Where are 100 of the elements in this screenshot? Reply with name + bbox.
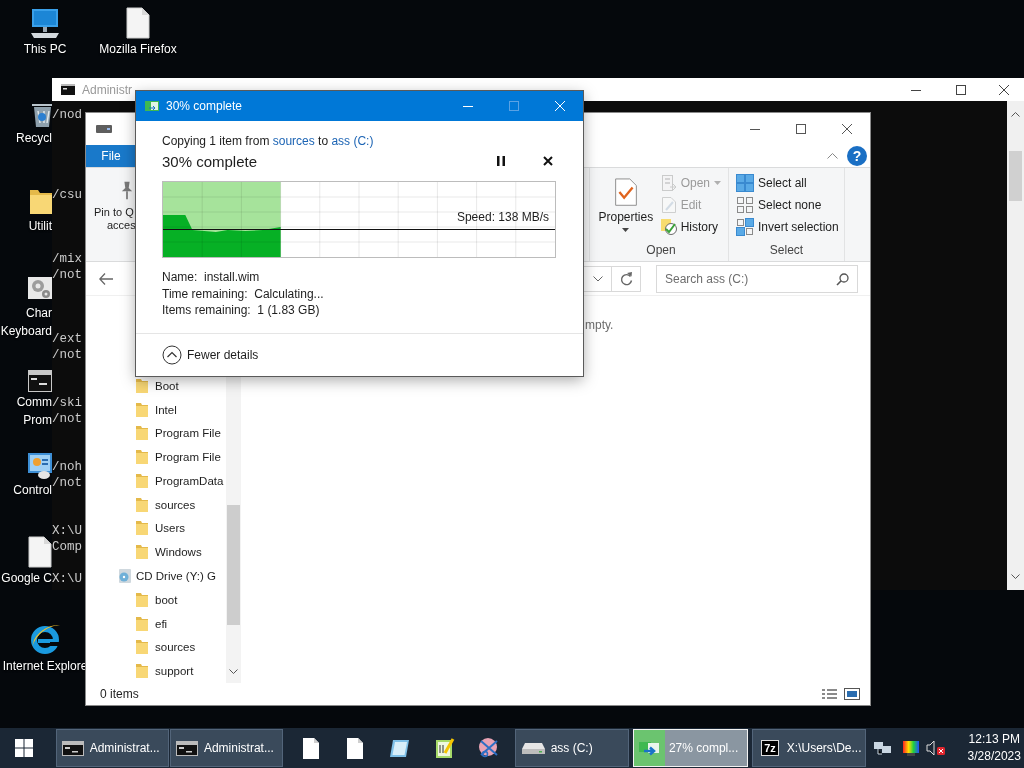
source-link[interactable]: sources — [272, 134, 315, 148]
taskbar-button[interactable]: 7z X:\Users\De... — [752, 729, 867, 767]
close-icon — [543, 156, 553, 166]
console-line: Comp — [52, 539, 82, 555]
nav-item[interactable]: Program File — [86, 445, 226, 470]
large-icons-view-icon[interactable] — [844, 688, 860, 700]
group-label: Select — [768, 242, 805, 259]
console-line: /mix — [52, 251, 82, 267]
nav-item[interactable]: sources — [86, 635, 226, 660]
refresh-button[interactable] — [612, 265, 641, 292]
console-line: /not — [52, 347, 82, 363]
console-icon — [175, 740, 198, 756]
chevron-down-icon[interactable] — [592, 275, 603, 282]
ribbon-button[interactable]: Invert selection — [733, 216, 842, 238]
folder-icon — [136, 496, 148, 513]
window-title: Administr — [82, 82, 132, 97]
console-line: X:\U — [52, 523, 82, 539]
detail-line: Name: install.wim — [162, 269, 261, 286]
close-icon — [842, 124, 852, 134]
nav-item[interactable]: Users — [86, 516, 226, 541]
file-icon[interactable] — [347, 737, 364, 759]
muted-speaker-icon[interactable] — [926, 740, 947, 756]
icon-label: Keyboard — [0, 323, 52, 339]
taskbar-button[interactable]: Administrat... — [55, 729, 169, 767]
nav-item[interactable]: Windows — [86, 540, 226, 565]
group-label: Open — [645, 242, 677, 259]
pin-button[interactable]: Pin to Q acces — [94, 172, 136, 232]
select-all-icon — [736, 174, 754, 192]
copy-icon — [145, 101, 159, 111]
console-icon — [61, 740, 84, 756]
color-display-icon[interactable] — [902, 740, 921, 756]
console-line: /not — [52, 411, 82, 427]
search-icon[interactable] — [836, 272, 849, 286]
back-arrow-icon — [99, 272, 113, 285]
scroll-down-icon[interactable] — [229, 669, 238, 675]
console-line: /ext — [52, 331, 82, 347]
window-title: 30% complete — [166, 99, 243, 113]
scroll-down-icon[interactable] — [1011, 574, 1020, 580]
file-icon[interactable] — [28, 536, 52, 568]
taskbar-button[interactable]: Administrat... — [169, 729, 284, 767]
console-line: /csu — [52, 187, 82, 203]
folder-icon — [136, 520, 148, 537]
fewer-details-button[interactable]: Fewer details — [162, 344, 259, 365]
scroll-up-icon[interactable] — [1011, 111, 1020, 117]
icon-label: Control — [13, 482, 52, 498]
console-line: /ski — [52, 395, 82, 411]
icon-label: Google C — [1, 570, 52, 586]
empty-folder-message: mpty. — [585, 318, 614, 332]
folder-icon — [136, 544, 148, 561]
nav-item[interactable]: ProgramData — [86, 469, 226, 493]
ribbon-button[interactable]: History — [657, 216, 724, 238]
console-icon — [61, 84, 75, 95]
details-view-icon[interactable] — [822, 688, 838, 700]
icon-label: Utilit — [28, 218, 52, 234]
progress-heading: 30% complete — [162, 152, 258, 170]
ribbon-button[interactable]: Select none — [733, 194, 842, 216]
detail-line: Items remaining: 1 (1.83 GB) — [162, 302, 321, 319]
nav-item[interactable]: boot — [86, 587, 226, 612]
folder-icon — [136, 425, 148, 442]
nav-item[interactable]: efi — [86, 611, 226, 636]
clock[interactable]: 12:13 PM 3/28/2023 — [964, 731, 1024, 765]
ribbon-button[interactable]: Properties — [598, 172, 654, 232]
nav-item[interactable]: sources — [86, 492, 226, 517]
nav-item[interactable]: Program File — [86, 421, 226, 446]
invert-selection-icon — [736, 218, 754, 236]
console-icon[interactable] — [28, 370, 52, 392]
file-tab[interactable]: File — [86, 145, 136, 167]
notepad-icon[interactable] — [388, 738, 411, 758]
computer-icon[interactable] — [28, 7, 62, 39]
control-panel-icon[interactable] — [28, 450, 52, 480]
document-check-icon — [613, 178, 638, 207]
nav-item[interactable]: Intel — [86, 397, 226, 422]
history-icon — [660, 219, 677, 235]
console-line: X:\U — [52, 571, 82, 587]
drive-icon — [96, 125, 112, 133]
nav-item[interactable]: support — [86, 659, 226, 683]
archive-app-icon: 7z — [761, 740, 779, 756]
scrollbar[interactable] — [1007, 101, 1024, 590]
console-line: /not — [52, 267, 82, 283]
destination-link[interactable]: ass (C:) — [331, 134, 374, 148]
file-icon[interactable] — [126, 7, 150, 39]
taskbar-button[interactable]: ass (C:) — [514, 729, 629, 767]
console-line: /nod — [52, 107, 82, 123]
icon-label: This PC — [23, 41, 67, 57]
browser-icon[interactable] — [28, 622, 62, 656]
scrollbar[interactable] — [226, 377, 241, 683]
file-icon[interactable] — [302, 737, 319, 759]
notepad-pencil-icon[interactable] — [434, 737, 455, 759]
network-icon[interactable] — [874, 740, 893, 756]
folder-icon — [136, 663, 148, 680]
nav-item[interactable]: CD Drive (Y:) G — [86, 564, 226, 588]
search-field[interactable]: Search ass (C:) — [656, 264, 858, 293]
copy-status-text: Copying 1 item from sources to ass (C:) — [162, 133, 375, 149]
folder-icon — [136, 615, 148, 632]
select-none-icon — [736, 196, 754, 214]
collapse-ribbon-icon[interactable] — [827, 153, 838, 159]
ribbon-button[interactable]: Select all — [733, 172, 842, 194]
scrollbar-thumb[interactable] — [1009, 151, 1022, 201]
edit-icon — [660, 197, 677, 213]
help-button[interactable]: ? — [847, 146, 867, 166]
